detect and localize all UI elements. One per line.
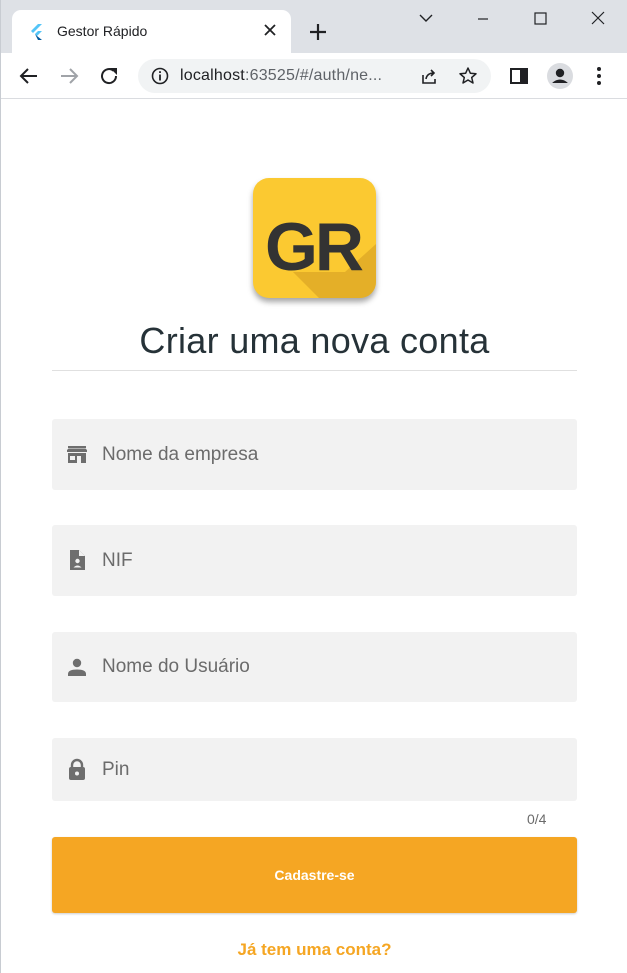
contact-document-icon bbox=[70, 550, 85, 570]
kebab-menu-icon[interactable] bbox=[587, 64, 611, 88]
company-name-field[interactable] bbox=[52, 419, 577, 490]
app-logo-graphic: GR bbox=[265, 209, 376, 298]
maximize-icon[interactable] bbox=[525, 8, 555, 30]
pin-input[interactable] bbox=[102, 738, 562, 801]
nif-field[interactable] bbox=[52, 525, 577, 596]
login-link[interactable]: Já tem uma conta? bbox=[1, 940, 627, 960]
back-arrow-icon[interactable] bbox=[17, 64, 41, 88]
side-panel-icon[interactable] bbox=[507, 64, 531, 88]
minimize-icon[interactable] bbox=[468, 8, 498, 30]
page-content: GR Criar uma nova conta Nome da empresa … bbox=[1, 99, 627, 973]
profile-icon[interactable] bbox=[546, 62, 574, 90]
close-icon[interactable] bbox=[583, 8, 613, 30]
flutter-icon bbox=[31, 24, 42, 40]
tab-strip: Gestor Rápido bbox=[1, 0, 627, 53]
forward-arrow-icon[interactable] bbox=[57, 64, 81, 88]
browser-tab[interactable]: Gestor Rápido bbox=[12, 10, 291, 53]
plus-icon[interactable] bbox=[306, 20, 330, 44]
url-text: localhost:63525/#/auth/ne... bbox=[180, 67, 382, 85]
url-host: localhost bbox=[180, 67, 245, 84]
svg-text:GR: GR bbox=[265, 209, 363, 285]
browser-window: Gestor Rápido localhost:63525/#/auth/ne.… bbox=[0, 0, 627, 973]
app-logo: GR bbox=[253, 178, 376, 298]
tab-title: Gestor Rápido bbox=[57, 23, 148, 39]
page-title: Criar uma nova conta bbox=[139, 320, 490, 361]
chevron-down-icon[interactable] bbox=[411, 8, 441, 30]
reload-icon[interactable] bbox=[97, 64, 121, 88]
register-button[interactable]: Cadastre-se bbox=[52, 837, 577, 913]
address-bar[interactable]: localhost:63525/#/auth/ne... bbox=[138, 59, 491, 93]
star-icon[interactable] bbox=[458, 66, 478, 86]
pin-field[interactable] bbox=[52, 738, 577, 801]
info-icon[interactable] bbox=[150, 66, 170, 86]
username-field[interactable] bbox=[52, 632, 577, 702]
url-path: :63525/#/auth/ne... bbox=[244, 67, 383, 84]
lock-icon bbox=[69, 758, 85, 780]
share-icon[interactable] bbox=[419, 66, 439, 86]
pin-character-counter: 0/4 bbox=[527, 811, 547, 827]
company-name-input[interactable] bbox=[102, 419, 562, 490]
title-divider bbox=[52, 370, 577, 371]
browser-toolbar: localhost:63525/#/auth/ne... bbox=[1, 53, 627, 99]
store-icon bbox=[67, 446, 87, 463]
close-icon[interactable] bbox=[262, 22, 278, 38]
person-icon bbox=[68, 658, 86, 676]
username-input[interactable] bbox=[102, 632, 562, 702]
nif-input[interactable] bbox=[102, 525, 562, 596]
